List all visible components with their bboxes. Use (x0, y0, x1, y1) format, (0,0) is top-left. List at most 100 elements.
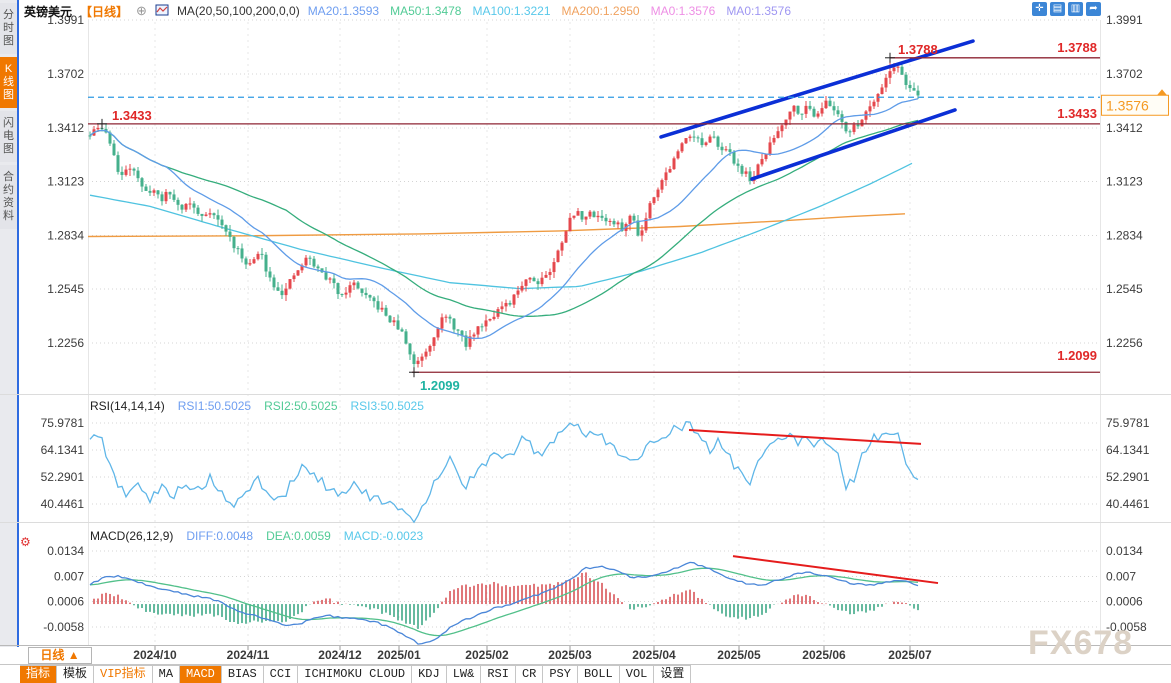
candle (228, 231, 232, 237)
candle (632, 215, 636, 221)
candle (360, 288, 364, 293)
candle (904, 74, 908, 85)
candle (732, 151, 736, 164)
y-axis-label: 40.4461 (1106, 497, 1150, 511)
candle (896, 66, 900, 68)
toolbar-button-MACD[interactable]: MACD (180, 666, 222, 683)
y-axis-label: 0.007 (1106, 569, 1136, 583)
toolbar-button-VIP指标[interactable]: VIP指标 (94, 666, 153, 683)
watermark: FX678 (1028, 624, 1134, 662)
toolbar-button-ICHIMOKU CLOUD[interactable]: ICHIMOKU CLOUD (298, 666, 413, 683)
y-axis-label: 1.2545 (47, 282, 84, 296)
candle (408, 343, 412, 355)
candle (396, 320, 400, 330)
candle (368, 295, 372, 298)
y-axis-label: 0.0006 (1106, 595, 1143, 609)
y-axis-label: 1.3991 (1106, 13, 1143, 27)
y-axis-label: 40.4461 (41, 497, 85, 511)
x-axis-label: 2025/02 (465, 648, 509, 662)
zoom-chart-icon[interactable]: ▥ (1068, 2, 1083, 16)
candle (436, 328, 440, 338)
candle (852, 124, 856, 132)
candle (288, 279, 292, 289)
candle (200, 213, 204, 216)
candle (580, 211, 584, 220)
candle (676, 151, 680, 159)
candle (664, 172, 668, 181)
fit-chart-icon[interactable]: ▤ (1050, 2, 1065, 16)
y-axis-label: 1.2256 (1106, 336, 1143, 350)
candle (696, 137, 700, 139)
rsi-trendline[interactable] (688, 429, 922, 445)
candle (564, 231, 568, 243)
candle (508, 302, 512, 305)
toolbar-button-VOL[interactable]: VOL (619, 666, 655, 683)
candle (796, 105, 800, 114)
candle (284, 288, 288, 296)
ma-legend-value: MA0:1.3576 (726, 4, 792, 18)
toolbar-button-MA[interactable]: MA (152, 666, 181, 683)
pop-out-icon[interactable]: ➦ (1086, 2, 1101, 16)
indicator-settings-icon[interactable]: ⚙ (20, 535, 31, 549)
candle (276, 287, 280, 291)
price-level-label: 1.3433 (112, 108, 152, 123)
toolbar-button-LW&[interactable]: LW& (446, 666, 482, 683)
toolbar-button-CCI[interactable]: CCI (263, 666, 299, 683)
candle (880, 87, 884, 94)
toolbar-button-指标[interactable]: 指标 (20, 666, 58, 683)
candle (128, 168, 132, 170)
candle (656, 189, 660, 198)
candle (428, 345, 432, 352)
candle (180, 204, 184, 210)
candle (504, 302, 508, 307)
macd-name: MACD(26,12,9) (90, 529, 174, 543)
rsi-values: RSI1:50.5025 RSI2:50.5025 RSI3:50.5025 (178, 399, 424, 413)
candle (448, 316, 452, 319)
toolbar-button-BOLL[interactable]: BOLL (577, 666, 620, 683)
candle (712, 136, 716, 138)
candle (492, 316, 496, 320)
trend-channel-line[interactable] (750, 108, 957, 181)
candle (252, 259, 256, 264)
candle (648, 203, 652, 219)
y-axis-label: 0.007 (54, 569, 84, 583)
macd-legend-value: MACD:-0.0023 (343, 529, 424, 543)
candle (760, 159, 764, 165)
candle (476, 326, 480, 335)
period-selector-button[interactable]: 日线 ▲ (28, 647, 92, 664)
toolbar-button-KDJ[interactable]: KDJ (412, 666, 447, 683)
candle (576, 211, 580, 216)
candle (520, 285, 524, 291)
candle (692, 136, 696, 138)
candle (792, 105, 796, 112)
candle (824, 100, 828, 109)
candle (808, 105, 812, 109)
y-axis-label: 0.0134 (47, 544, 84, 558)
candle (324, 272, 328, 280)
chart-canvas[interactable]: 1.3991 1.39911.3702 1.37021.3412 1.34121.31… (0, 0, 1171, 683)
move-crosshair-icon[interactable]: ✛ (1032, 2, 1047, 16)
candle (264, 254, 268, 272)
toolbar-button-RSI[interactable]: RSI (481, 666, 516, 683)
candle (392, 320, 396, 323)
candle (612, 220, 616, 225)
candle (132, 168, 136, 171)
candle (328, 278, 332, 280)
ma-legend-value: MA200:1.2950 (561, 4, 640, 18)
candle (772, 137, 776, 143)
candle (312, 258, 316, 267)
candle (628, 215, 632, 225)
y-axis-label: 75.9781 (41, 416, 85, 430)
candle (616, 222, 620, 225)
toolbar-button-PSY[interactable]: PSY (543, 666, 578, 683)
toolbar-button-CR[interactable]: CR (515, 666, 544, 683)
candle (444, 316, 448, 318)
expand-icon[interactable]: ⊕ (136, 3, 147, 19)
candle (256, 253, 260, 260)
candle (908, 84, 912, 89)
y-axis-label: 64.1341 (41, 443, 85, 457)
toolbar-button-BIAS[interactable]: BIAS (221, 666, 264, 683)
toolbar-button-设置[interactable]: 设置 (654, 666, 692, 683)
candle (524, 279, 528, 286)
toolbar-button-模板[interactable]: 模板 (57, 666, 95, 683)
